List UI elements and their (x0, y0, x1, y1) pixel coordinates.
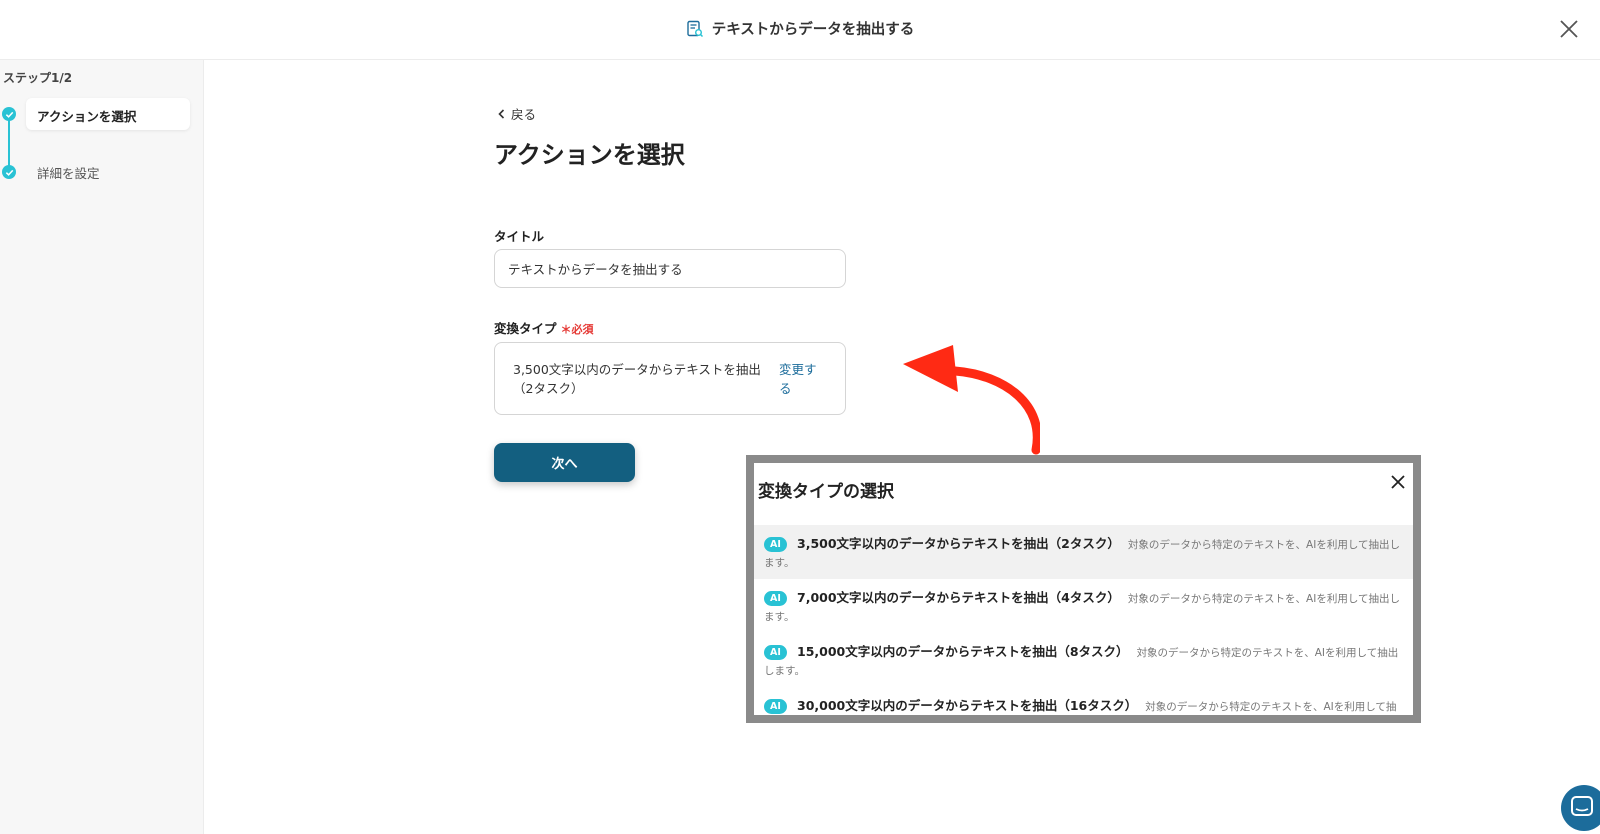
sidebar-step-configure-details[interactable]: 詳細を設定 (37, 163, 100, 182)
option-item[interactable]: AI 30,000文字以内のデータからテキストを抽出（16タスク） 対象のデータから… (754, 687, 1413, 715)
next-button[interactable]: 次へ (494, 443, 635, 482)
option-name: 15,000文字以内のデータからテキストを抽出（8タスク） (797, 644, 1129, 659)
conversion-type-value: 3,500文字以内のデータからテキストを抽出（2タスク） (513, 362, 761, 396)
chevron-left-icon (498, 107, 505, 122)
required-text: 必須 (571, 323, 594, 336)
option-name: 7,000文字以内のデータからテキストを抽出（4タスク） (797, 590, 1120, 605)
conversion-type-label: 変換タイプ ＊必須 (494, 318, 594, 337)
title-field-label: タイトル (494, 229, 545, 244)
header-title: テキストからデータを抽出する (0, 18, 1600, 42)
option-item[interactable]: AI 7,000文字以内のデータからテキストを抽出（4タスク） 対象のデータから特定… (754, 579, 1413, 633)
conversion-type-label-text: 変換タイプ (494, 321, 557, 336)
back-link[interactable]: 戻る (498, 104, 536, 123)
ai-badge: AI (764, 645, 787, 660)
required-indicator: ＊必須 (561, 323, 594, 336)
annotation-arrow (900, 335, 1042, 459)
sidebar-step-select-action[interactable]: アクションを選択 (26, 98, 190, 130)
modal-title: 変換タイプの選択 (758, 482, 894, 502)
step-sidebar: ステップ1/2 アクションを選択 詳細を設定 (0, 60, 204, 834)
option-item[interactable]: AI 3,500文字以内のデータからテキストを抽出（2タスク） 対象のデータから特定… (754, 525, 1413, 579)
option-content: AI 3,500文字以内のデータからテキストを抽出（2タスク） 対象のデータから特定… (764, 535, 1403, 572)
check-icon (2, 107, 16, 121)
option-name: 3,500文字以内のデータからテキストを抽出（2タスク） (797, 536, 1120, 551)
option-list: AI 3,500文字以内のデータからテキストを抽出（2タスク） 対象のデータから特定… (754, 525, 1413, 715)
title-input[interactable] (494, 249, 846, 288)
conversion-type-field: 3,500文字以内のデータからテキストを抽出（2タスク） 変更する (494, 342, 846, 415)
ai-badge: AI (764, 699, 787, 714)
close-icon[interactable] (1558, 18, 1580, 40)
back-label: 戻る (511, 107, 537, 122)
change-type-link[interactable]: 変更する (779, 360, 823, 398)
ai-badge: AI (764, 591, 787, 606)
option-name: 30,000文字以内のデータからテキストを抽出（16タスク） (797, 698, 1138, 713)
close-icon[interactable] (1389, 473, 1407, 491)
ai-badge: AI (764, 537, 787, 552)
step-counter: ステップ1/2 (3, 71, 73, 85)
option-content: AI 7,000文字以内のデータからテキストを抽出（4タスク） 対象のデータから特定… (764, 589, 1403, 626)
header-title-text: テキストからデータを抽出する (711, 22, 915, 38)
check-icon (2, 165, 16, 179)
document-search-icon (686, 20, 704, 42)
chat-bubble-icon[interactable] (1561, 785, 1600, 831)
option-content: AI 30,000文字以内のデータからテキストを抽出（16タスク） 対象のデータから… (764, 697, 1403, 715)
header-bar: テキストからデータを抽出する (0, 0, 1600, 60)
page-title: アクションを選択 (494, 141, 685, 169)
required-mark: ＊ (560, 323, 572, 336)
conversion-type-modal: 変換タイプの選択 AI 3,500文字以内のデータからテキストを抽出（2タスク）対… (746, 455, 1421, 723)
option-item[interactable]: AI 15,000文字以内のデータからテキストを抽出（8タスク） 対象のデータから特… (754, 633, 1413, 687)
option-content: AI 15,000文字以内のデータからテキストを抽出（8タスク） 対象のデータから特… (764, 643, 1403, 680)
